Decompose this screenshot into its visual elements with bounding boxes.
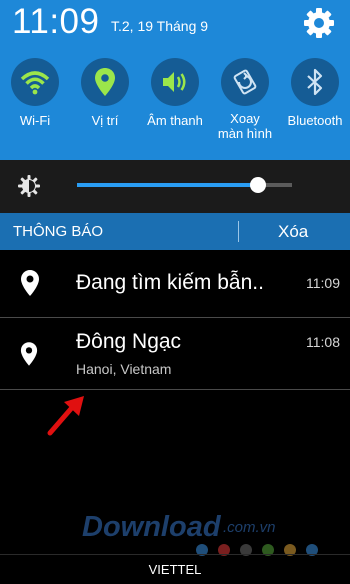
- location-icon: [20, 341, 38, 372]
- date-label: T.2, 19 Tháng 9: [111, 18, 209, 34]
- carrier-footer: VIETTEL: [0, 554, 350, 584]
- rotate-label-line1: Xoay: [230, 111, 260, 126]
- location-label: Vị trí: [91, 113, 119, 128]
- notification-time: 11:08: [306, 334, 340, 350]
- watermark-brand: Download: [82, 511, 221, 543]
- notification-subtitle: Hanoi, Vietnam: [76, 361, 172, 377]
- header-divider: [238, 221, 239, 242]
- red-arrow-annotation: [44, 393, 88, 437]
- rotate-label-line2: màn hình: [217, 126, 273, 141]
- bluetooth-label: Bluetooth: [287, 113, 343, 128]
- volume-icon: [151, 58, 199, 106]
- rotate-icon: [221, 58, 269, 106]
- location-icon: [20, 269, 40, 302]
- clock: 11:09: [12, 2, 100, 41]
- rotate-label: Xoay màn hình: [212, 111, 278, 141]
- notifications-header: THÔNG BÁO Xóa: [0, 213, 350, 250]
- brightness-slider[interactable]: [77, 177, 292, 193]
- divider: [0, 389, 350, 390]
- brightness-thumb[interactable]: [249, 177, 266, 193]
- wifi-icon: [11, 58, 59, 106]
- quick-panel: 11:09 T.2, 19 Tháng 9 Wi-Fi Vị trí Âm th…: [0, 0, 350, 160]
- location-icon: [81, 58, 129, 106]
- bluetooth-icon: [291, 58, 339, 106]
- clear-button[interactable]: Xóa: [278, 222, 308, 242]
- brightness-fill: [77, 183, 258, 187]
- wifi-label: Wi-Fi: [19, 113, 51, 128]
- wifi-toggle[interactable]: Wi-Fi: [2, 58, 68, 129]
- bluetooth-toggle[interactable]: Bluetooth: [282, 58, 348, 129]
- settings-gear-icon[interactable]: [302, 6, 336, 40]
- rotate-toggle[interactable]: Xoay màn hình: [212, 58, 278, 141]
- location-toggle[interactable]: Vị trí: [72, 58, 138, 129]
- notification-item[interactable]: Đông Ngạc Hanoi, Vietnam 11:08: [0, 318, 350, 389]
- watermark-domain: .com.vn: [223, 519, 276, 536]
- notifications-title: THÔNG BÁO: [13, 223, 104, 240]
- brightness-icon: [17, 174, 41, 198]
- sound-label: Âm thanh: [147, 113, 203, 128]
- brightness-row: [0, 160, 350, 213]
- notification-time: 11:09: [306, 275, 340, 291]
- sound-toggle[interactable]: Âm thanh: [142, 58, 208, 129]
- notification-item[interactable]: Đang tìm kiếm bẫn.. 11:09: [0, 250, 350, 317]
- notification-title: Đang tìm kiếm bẫn..: [76, 271, 264, 294]
- notification-title: Đông Ngạc: [76, 330, 182, 353]
